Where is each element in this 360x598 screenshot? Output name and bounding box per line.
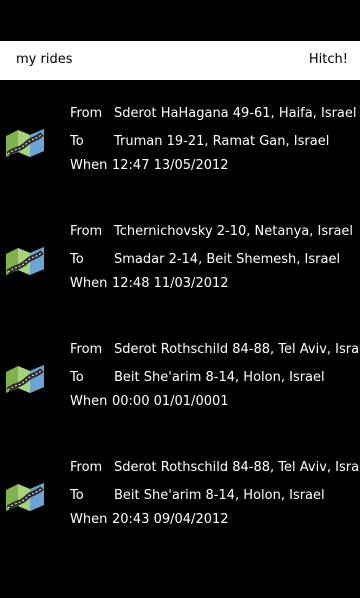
map-route-icon bbox=[6, 365, 44, 393]
to-row: To Beit She'arim 8-14, Holon, Israel bbox=[70, 488, 360, 508]
ride-item[interactable]: From Tchernichovsky 2-10, Netanya, Israe… bbox=[0, 220, 360, 310]
to-address: Beit She'arim 8-14, Holon, Israel bbox=[114, 488, 325, 503]
from-label: From bbox=[70, 224, 103, 239]
status-bar bbox=[0, 0, 360, 41]
when-label: When bbox=[70, 394, 108, 409]
from-label: From bbox=[70, 106, 103, 121]
hitch-button[interactable]: Hitch! bbox=[309, 52, 348, 67]
when-row: When 12:48 11/03/2012 bbox=[70, 276, 360, 296]
to-label: To bbox=[70, 370, 84, 385]
my-rides-title: my rides bbox=[16, 52, 73, 67]
to-address: Smadar 2-14, Beit Shemesh, Israel bbox=[114, 252, 341, 267]
when-datetime: 00:00 01/01/0001 bbox=[112, 394, 229, 409]
ride-item[interactable]: From Sderot HaHagana 49-61, Haifa, Israe… bbox=[0, 102, 360, 192]
when-datetime: 20:43 09/04/2012 bbox=[112, 512, 229, 527]
from-row: From Sderot Rothschild 84-88, Tel Aviv, … bbox=[70, 342, 360, 362]
to-label: To bbox=[70, 134, 84, 149]
app-header: my rides Hitch! bbox=[0, 41, 360, 80]
from-row: From Sderot Rothschild 84-88, Tel Aviv, … bbox=[70, 460, 360, 480]
when-label: When bbox=[70, 158, 108, 173]
from-label: From bbox=[70, 460, 103, 475]
when-row: When 20:43 09/04/2012 bbox=[70, 512, 360, 532]
from-row: From Tchernichovsky 2-10, Netanya, Israe… bbox=[70, 224, 360, 244]
when-datetime: 12:47 13/05/2012 bbox=[112, 158, 229, 173]
map-route-icon bbox=[6, 129, 44, 157]
to-address: Beit She'arim 8-14, Holon, Israel bbox=[114, 370, 325, 385]
when-row: When 00:00 01/01/0001 bbox=[70, 394, 360, 414]
when-label: When bbox=[70, 276, 108, 291]
from-row: From Sderot HaHagana 49-61, Haifa, Israe… bbox=[70, 106, 360, 126]
when-label: When bbox=[70, 512, 108, 527]
ride-item[interactable]: From Sderot Rothschild 84-88, Tel Aviv, … bbox=[0, 456, 360, 546]
screen: my rides Hitch! From Sderot HaHagana 49-… bbox=[0, 0, 360, 598]
to-row: To Beit She'arim 8-14, Holon, Israel bbox=[70, 370, 360, 390]
to-row: To Smadar 2-14, Beit Shemesh, Israel bbox=[70, 252, 360, 272]
to-label: To bbox=[70, 252, 84, 267]
ride-item[interactable]: From Sderot Rothschild 84-88, Tel Aviv, … bbox=[0, 338, 360, 428]
map-route-icon bbox=[6, 483, 44, 511]
to-label: To bbox=[70, 488, 84, 503]
from-address: Sderot Rothschild 84-88, Tel Aviv, Israe… bbox=[114, 342, 360, 357]
to-row: To Truman 19-21, Ramat Gan, Israel bbox=[70, 134, 360, 154]
when-row: When 12:47 13/05/2012 bbox=[70, 158, 360, 178]
to-address: Truman 19-21, Ramat Gan, Israel bbox=[114, 134, 330, 149]
from-address: Tchernichovsky 2-10, Netanya, Israel bbox=[114, 224, 354, 239]
map-route-icon bbox=[6, 247, 44, 275]
from-address: Sderot Rothschild 84-88, Tel Aviv, Israe… bbox=[114, 460, 360, 475]
when-datetime: 12:48 11/03/2012 bbox=[112, 276, 229, 291]
from-address: Sderot HaHagana 49-61, Haifa, Israel bbox=[114, 106, 357, 121]
from-label: From bbox=[70, 342, 103, 357]
